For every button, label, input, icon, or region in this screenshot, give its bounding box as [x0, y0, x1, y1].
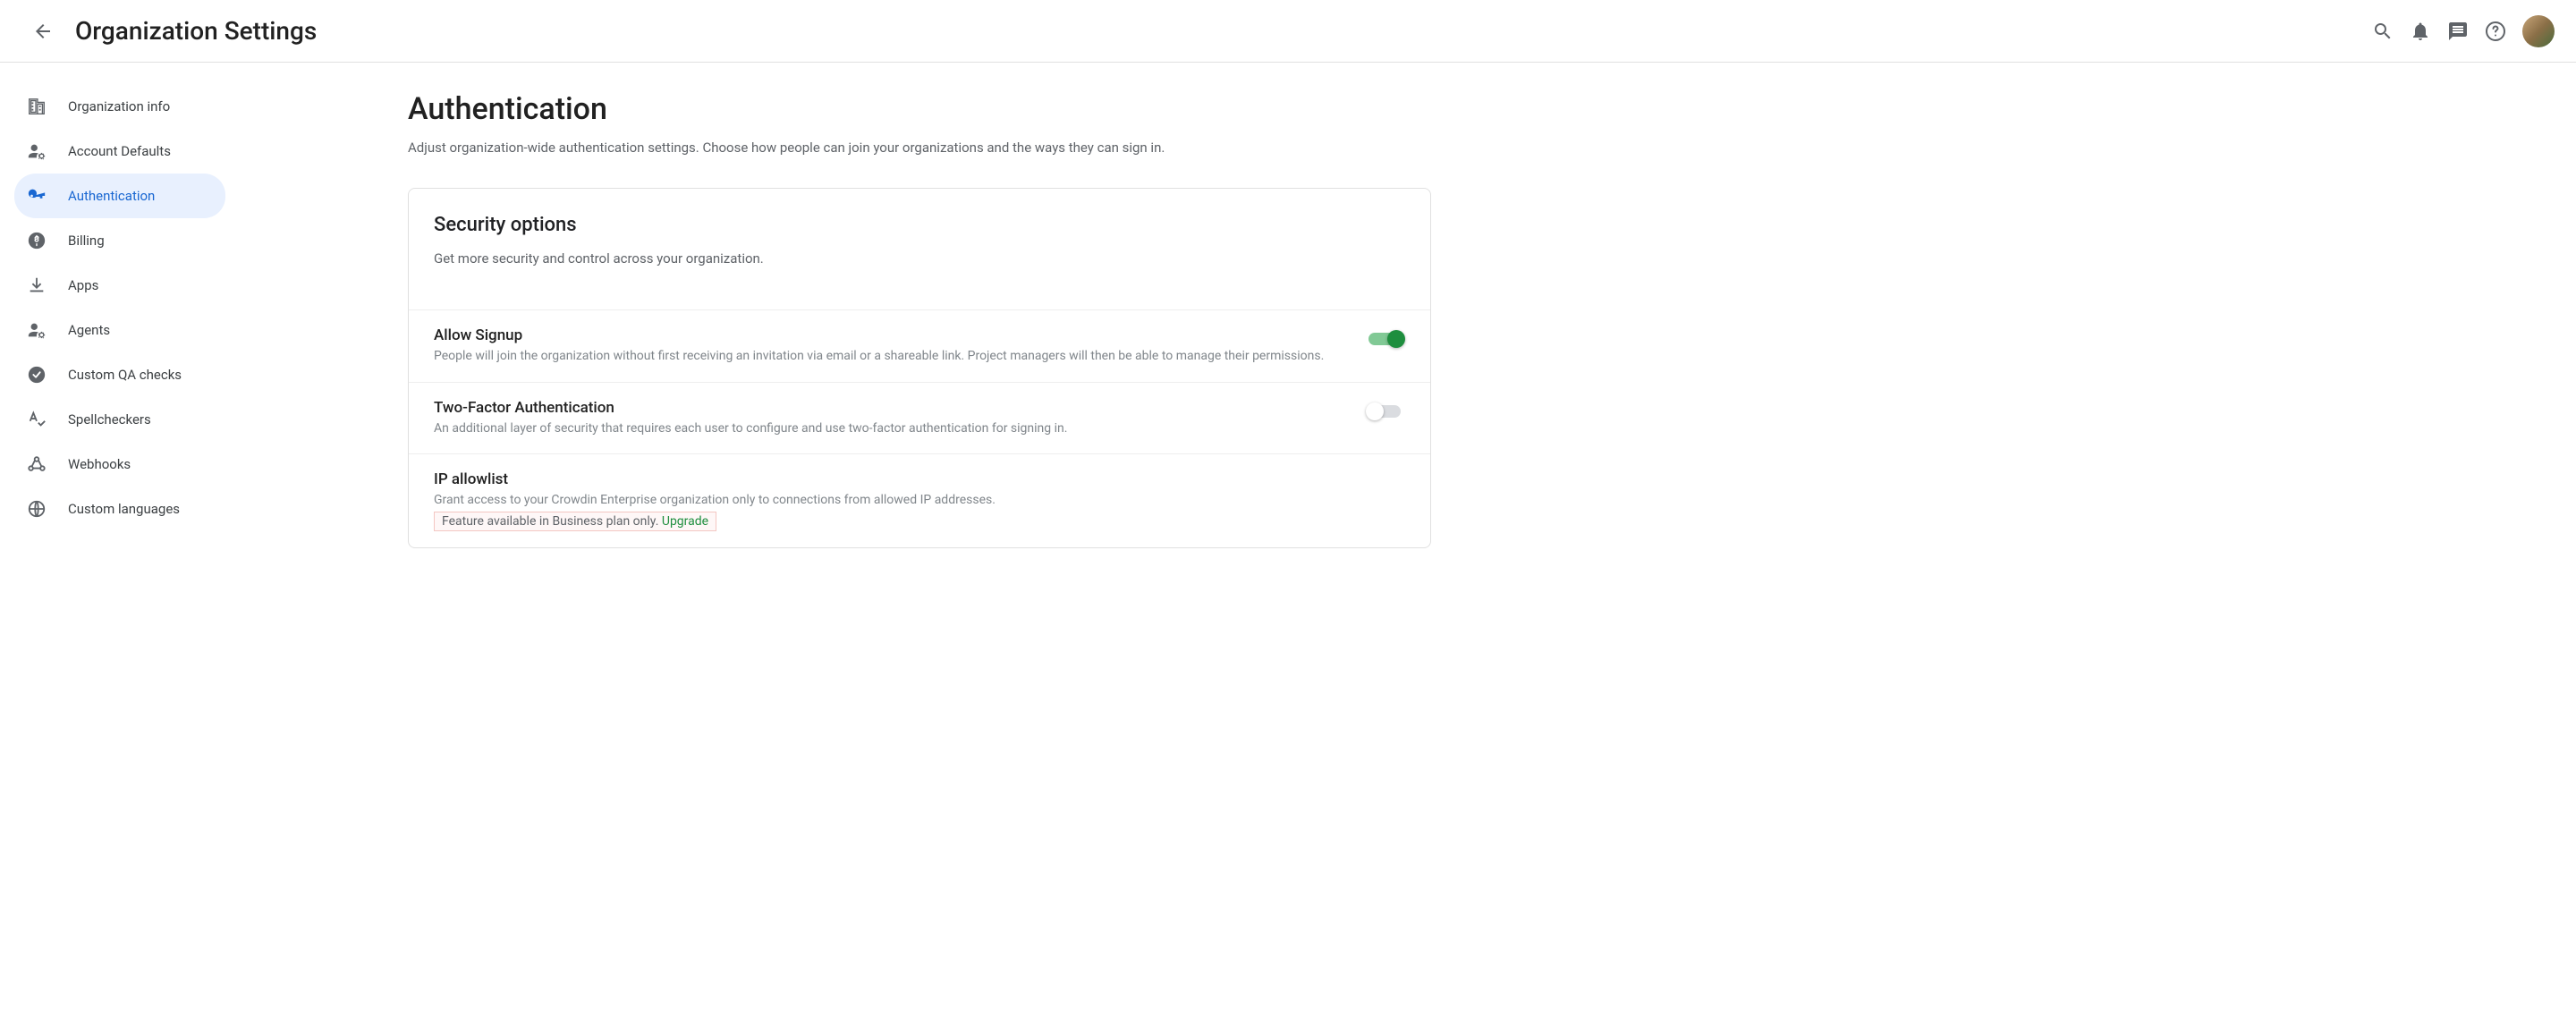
- building-icon: [27, 97, 47, 116]
- option-two-factor: Two-Factor Authentication An additional …: [409, 382, 1430, 454]
- person-gear-icon: [27, 320, 47, 340]
- user-avatar[interactable]: [2522, 15, 2555, 47]
- sidebar-item-billing[interactable]: Billing: [14, 218, 225, 263]
- content: Authentication Adjust organization-wide …: [233, 63, 1467, 584]
- feature-note: Feature available in Business plan only.…: [434, 512, 716, 531]
- sidebar-item-agents[interactable]: Agents: [14, 308, 225, 352]
- security-options-card: Security options Get more security and c…: [408, 188, 1431, 548]
- sidebar-item-label: Organization info: [68, 98, 170, 114]
- sidebar-item-custom-qa-checks[interactable]: Custom QA checks: [14, 352, 225, 397]
- sidebar-item-webhooks[interactable]: Webhooks: [14, 442, 225, 487]
- spellcheck-icon: [27, 410, 47, 429]
- webhook-icon: [27, 454, 47, 474]
- globe-icon: [27, 499, 47, 519]
- page-title: Organization Settings: [75, 16, 317, 46]
- dollar-icon: [27, 231, 47, 250]
- back-arrow-icon[interactable]: [32, 21, 54, 42]
- sidebar-item-label: Webhooks: [68, 456, 131, 472]
- chat-icon[interactable]: [2447, 21, 2469, 42]
- person-gear-icon: [27, 141, 47, 161]
- option-title: Allow Signup: [434, 326, 1341, 344]
- sidebar-item-label: Custom QA checks: [68, 367, 182, 383]
- sidebar: Organization info Account Defaults Authe…: [0, 63, 233, 584]
- sidebar-item-label: Agents: [68, 322, 110, 338]
- sidebar-item-label: Account Defaults: [68, 143, 171, 159]
- card-title: Security options: [434, 214, 1405, 236]
- content-subtitle: Adjust organization-wide authentication …: [408, 140, 1431, 156]
- sidebar-item-organization-info[interactable]: Organization info: [14, 84, 225, 129]
- check-circle-icon: [27, 365, 47, 385]
- search-icon[interactable]: [2372, 21, 2394, 42]
- feature-note-text: Feature available in Business plan only.: [442, 514, 662, 529]
- sidebar-item-custom-languages[interactable]: Custom languages: [14, 487, 225, 531]
- sidebar-item-label: Billing: [68, 233, 105, 249]
- content-title: Authentication: [408, 91, 1431, 127]
- sidebar-item-apps[interactable]: Apps: [14, 263, 225, 308]
- sidebar-item-label: Apps: [68, 277, 98, 293]
- card-desc: Get more security and control across you…: [434, 250, 1405, 267]
- allow-signup-toggle[interactable]: [1366, 330, 1405, 348]
- two-factor-toggle[interactable]: [1366, 402, 1405, 420]
- option-desc: People will join the organization withou…: [434, 348, 1341, 366]
- download-icon: [27, 275, 47, 295]
- top-bar: Organization Settings: [0, 0, 2576, 63]
- sidebar-item-spellcheckers[interactable]: Spellcheckers: [14, 397, 225, 442]
- option-allow-signup: Allow Signup People will join the organi…: [409, 309, 1430, 382]
- help-icon[interactable]: [2485, 21, 2506, 42]
- sidebar-item-label: Custom languages: [68, 501, 180, 517]
- notifications-icon[interactable]: [2410, 21, 2431, 42]
- upgrade-link[interactable]: Upgrade: [662, 514, 708, 529]
- key-icon: [27, 186, 47, 206]
- option-title: IP allowlist: [434, 470, 1405, 488]
- option-desc: An additional layer of security that req…: [434, 420, 1341, 438]
- option-title: Two-Factor Authentication: [434, 399, 1341, 417]
- sidebar-item-label: Spellcheckers: [68, 411, 151, 428]
- sidebar-item-authentication[interactable]: Authentication: [14, 174, 225, 218]
- sidebar-item-label: Authentication: [68, 188, 155, 204]
- option-desc: Grant access to your Crowdin Enterprise …: [434, 492, 1405, 510]
- option-ip-allowlist: IP allowlist Grant access to your Crowdi…: [409, 453, 1430, 547]
- sidebar-item-account-defaults[interactable]: Account Defaults: [14, 129, 225, 174]
